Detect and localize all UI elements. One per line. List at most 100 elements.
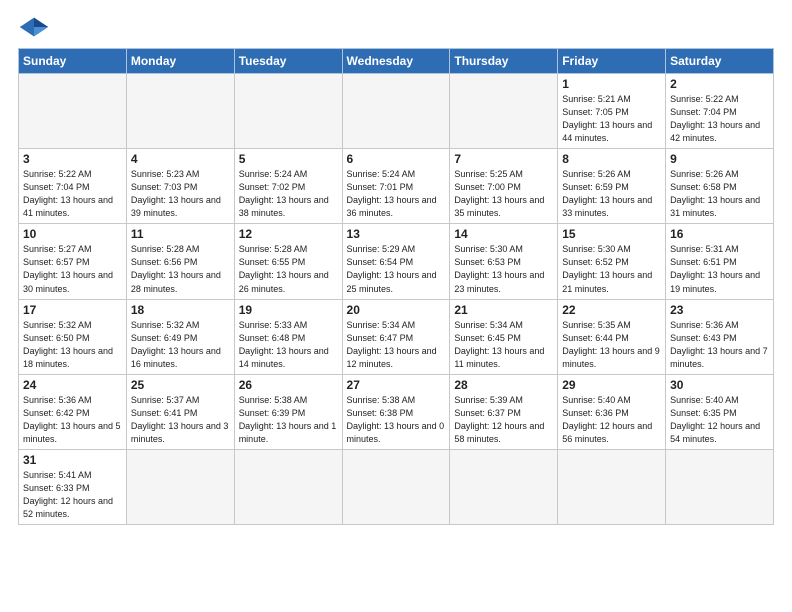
day-info: Sunrise: 5:28 AM Sunset: 6:55 PM Dayligh… xyxy=(239,243,338,295)
calendar-cell: 16Sunrise: 5:31 AM Sunset: 6:51 PM Dayli… xyxy=(666,224,774,299)
day-number: 26 xyxy=(239,378,338,392)
calendar-cell: 11 Sunrise: 5:28 AM Sunset: 6:56 PM Dayli… xyxy=(126,224,234,299)
day-number: 28 xyxy=(454,378,553,392)
day-info: Sunrise: 5:33 AM Sunset: 6:48 PM Dayligh… xyxy=(239,319,338,371)
day-info: Sunrise: 5:25 AM Sunset: 7:00 PM Dayligh… xyxy=(454,168,553,220)
day-number: 4 xyxy=(131,152,230,166)
day-info: Sunrise: 5:36 AM Sunset: 6:43 PM Dayligh… xyxy=(670,319,769,371)
day-number: 1 xyxy=(562,77,661,91)
calendar-cell: 24 Sunrise: 5:36 AM Sunset: 6:42 PM Dayli… xyxy=(19,374,127,449)
calendar-cell: 7 Sunrise: 5:25 AM Sunset: 7:00 PM Daylig… xyxy=(450,149,558,224)
day-number: 7 xyxy=(454,152,553,166)
calendar-cell: 21 Sunrise: 5:34 AM Sunset: 6:45 PM Dayli… xyxy=(450,299,558,374)
day-info: Sunrise: 5:36 AM Sunset: 6:42 PM Dayligh… xyxy=(23,394,122,446)
day-number: 9 xyxy=(670,152,769,166)
weekday-header-saturday: Saturday xyxy=(666,49,774,74)
calendar-cell: 19 Sunrise: 5:33 AM Sunset: 6:48 PM Dayli… xyxy=(234,299,342,374)
calendar-cell: 22Sunrise: 5:35 AM Sunset: 6:44 PM Dayli… xyxy=(558,299,666,374)
day-number: 6 xyxy=(347,152,446,166)
day-info: Sunrise: 5:38 AM Sunset: 6:38 PM Dayligh… xyxy=(347,394,446,446)
day-number: 12 xyxy=(239,227,338,241)
day-info: Sunrise: 5:39 AM Sunset: 6:37 PM Dayligh… xyxy=(454,394,553,446)
day-number: 5 xyxy=(239,152,338,166)
calendar-cell: 5 Sunrise: 5:24 AM Sunset: 7:02 PM Daylig… xyxy=(234,149,342,224)
day-number: 21 xyxy=(454,303,553,317)
calendar-cell: 17Sunrise: 5:32 AM Sunset: 6:50 PM Dayli… xyxy=(19,299,127,374)
week-row-4: 17Sunrise: 5:32 AM Sunset: 6:50 PM Dayli… xyxy=(19,299,774,374)
day-info: Sunrise: 5:24 AM Sunset: 7:01 PM Dayligh… xyxy=(347,168,446,220)
weekday-header-thursday: Thursday xyxy=(450,49,558,74)
calendar-cell xyxy=(666,449,774,524)
day-number: 27 xyxy=(347,378,446,392)
calendar-cell xyxy=(342,449,450,524)
day-info: Sunrise: 5:23 AM Sunset: 7:03 PM Dayligh… xyxy=(131,168,230,220)
day-info: Sunrise: 5:35 AM Sunset: 6:44 PM Dayligh… xyxy=(562,319,661,371)
weekday-header-sunday: Sunday xyxy=(19,49,127,74)
weekday-header-row: SundayMondayTuesdayWednesdayThursdayFrid… xyxy=(19,49,774,74)
calendar-cell: 28 Sunrise: 5:39 AM Sunset: 6:37 PM Dayli… xyxy=(450,374,558,449)
week-row-1: 1 Sunrise: 5:21 AM Sunset: 7:05 PM Daylig… xyxy=(19,74,774,149)
day-info: Sunrise: 5:30 AM Sunset: 6:52 PM Dayligh… xyxy=(562,243,661,295)
day-number: 15 xyxy=(562,227,661,241)
day-info: Sunrise: 5:32 AM Sunset: 6:49 PM Dayligh… xyxy=(131,319,230,371)
calendar-table: SundayMondayTuesdayWednesdayThursdayFrid… xyxy=(18,48,774,525)
header xyxy=(18,16,774,38)
calendar-cell xyxy=(126,74,234,149)
calendar-cell: 31 Sunrise: 5:41 AM Sunset: 6:33 PM Dayli… xyxy=(19,449,127,524)
calendar-cell xyxy=(450,74,558,149)
calendar-cell: 23Sunrise: 5:36 AM Sunset: 6:43 PM Dayli… xyxy=(666,299,774,374)
calendar-cell xyxy=(19,74,127,149)
day-number: 24 xyxy=(23,378,122,392)
day-info: Sunrise: 5:24 AM Sunset: 7:02 PM Dayligh… xyxy=(239,168,338,220)
day-number: 13 xyxy=(347,227,446,241)
day-info: Sunrise: 5:27 AM Sunset: 6:57 PM Dayligh… xyxy=(23,243,122,295)
calendar-cell: 8Sunrise: 5:26 AM Sunset: 6:59 PM Daylig… xyxy=(558,149,666,224)
calendar-cell: 29Sunrise: 5:40 AM Sunset: 6:36 PM Dayli… xyxy=(558,374,666,449)
calendar-cell xyxy=(126,449,234,524)
logo-icon xyxy=(18,16,50,38)
calendar-cell xyxy=(234,74,342,149)
day-info: Sunrise: 5:26 AM Sunset: 6:58 PM Dayligh… xyxy=(670,168,769,220)
weekday-header-wednesday: Wednesday xyxy=(342,49,450,74)
day-info: Sunrise: 5:38 AM Sunset: 6:39 PM Dayligh… xyxy=(239,394,338,446)
day-info: Sunrise: 5:37 AM Sunset: 6:41 PM Dayligh… xyxy=(131,394,230,446)
day-number: 3 xyxy=(23,152,122,166)
day-info: Sunrise: 5:34 AM Sunset: 6:47 PM Dayligh… xyxy=(347,319,446,371)
day-number: 8 xyxy=(562,152,661,166)
calendar-cell: 6 Sunrise: 5:24 AM Sunset: 7:01 PM Daylig… xyxy=(342,149,450,224)
calendar-cell: 27 Sunrise: 5:38 AM Sunset: 6:38 PM Dayli… xyxy=(342,374,450,449)
calendar-cell xyxy=(342,74,450,149)
day-number: 11 xyxy=(131,227,230,241)
day-number: 19 xyxy=(239,303,338,317)
week-row-3: 10 Sunrise: 5:27 AM Sunset: 6:57 PM Dayli… xyxy=(19,224,774,299)
week-row-6: 31 Sunrise: 5:41 AM Sunset: 6:33 PM Dayli… xyxy=(19,449,774,524)
calendar-cell: 14Sunrise: 5:30 AM Sunset: 6:53 PM Dayli… xyxy=(450,224,558,299)
calendar-cell: 20Sunrise: 5:34 AM Sunset: 6:47 PM Dayli… xyxy=(342,299,450,374)
calendar-cell: 26 Sunrise: 5:38 AM Sunset: 6:39 PM Dayli… xyxy=(234,374,342,449)
day-number: 31 xyxy=(23,453,122,467)
day-number: 30 xyxy=(670,378,769,392)
calendar-cell: 2Sunrise: 5:22 AM Sunset: 7:04 PM Daylig… xyxy=(666,74,774,149)
calendar-cell: 13 Sunrise: 5:29 AM Sunset: 6:54 PM Dayli… xyxy=(342,224,450,299)
calendar-cell xyxy=(450,449,558,524)
calendar-cell: 25 Sunrise: 5:37 AM Sunset: 6:41 PM Dayli… xyxy=(126,374,234,449)
calendar-cell: 15 Sunrise: 5:30 AM Sunset: 6:52 PM Dayli… xyxy=(558,224,666,299)
day-number: 18 xyxy=(131,303,230,317)
logo xyxy=(18,16,54,38)
day-number: 25 xyxy=(131,378,230,392)
day-info: Sunrise: 5:41 AM Sunset: 6:33 PM Dayligh… xyxy=(23,469,122,521)
day-number: 29 xyxy=(562,378,661,392)
day-info: Sunrise: 5:21 AM Sunset: 7:05 PM Dayligh… xyxy=(562,93,661,145)
day-info: Sunrise: 5:22 AM Sunset: 7:04 PM Dayligh… xyxy=(23,168,122,220)
weekday-header-tuesday: Tuesday xyxy=(234,49,342,74)
calendar-cell: 10 Sunrise: 5:27 AM Sunset: 6:57 PM Dayli… xyxy=(19,224,127,299)
day-info: Sunrise: 5:28 AM Sunset: 6:56 PM Dayligh… xyxy=(131,243,230,295)
day-number: 10 xyxy=(23,227,122,241)
day-info: Sunrise: 5:30 AM Sunset: 6:53 PM Dayligh… xyxy=(454,243,553,295)
calendar-cell: 3 Sunrise: 5:22 AM Sunset: 7:04 PM Daylig… xyxy=(19,149,127,224)
day-info: Sunrise: 5:29 AM Sunset: 6:54 PM Dayligh… xyxy=(347,243,446,295)
week-row-5: 24 Sunrise: 5:36 AM Sunset: 6:42 PM Dayli… xyxy=(19,374,774,449)
calendar-cell: 4 Sunrise: 5:23 AM Sunset: 7:03 PM Daylig… xyxy=(126,149,234,224)
day-info: Sunrise: 5:34 AM Sunset: 6:45 PM Dayligh… xyxy=(454,319,553,371)
page: SundayMondayTuesdayWednesdayThursdayFrid… xyxy=(0,0,792,612)
